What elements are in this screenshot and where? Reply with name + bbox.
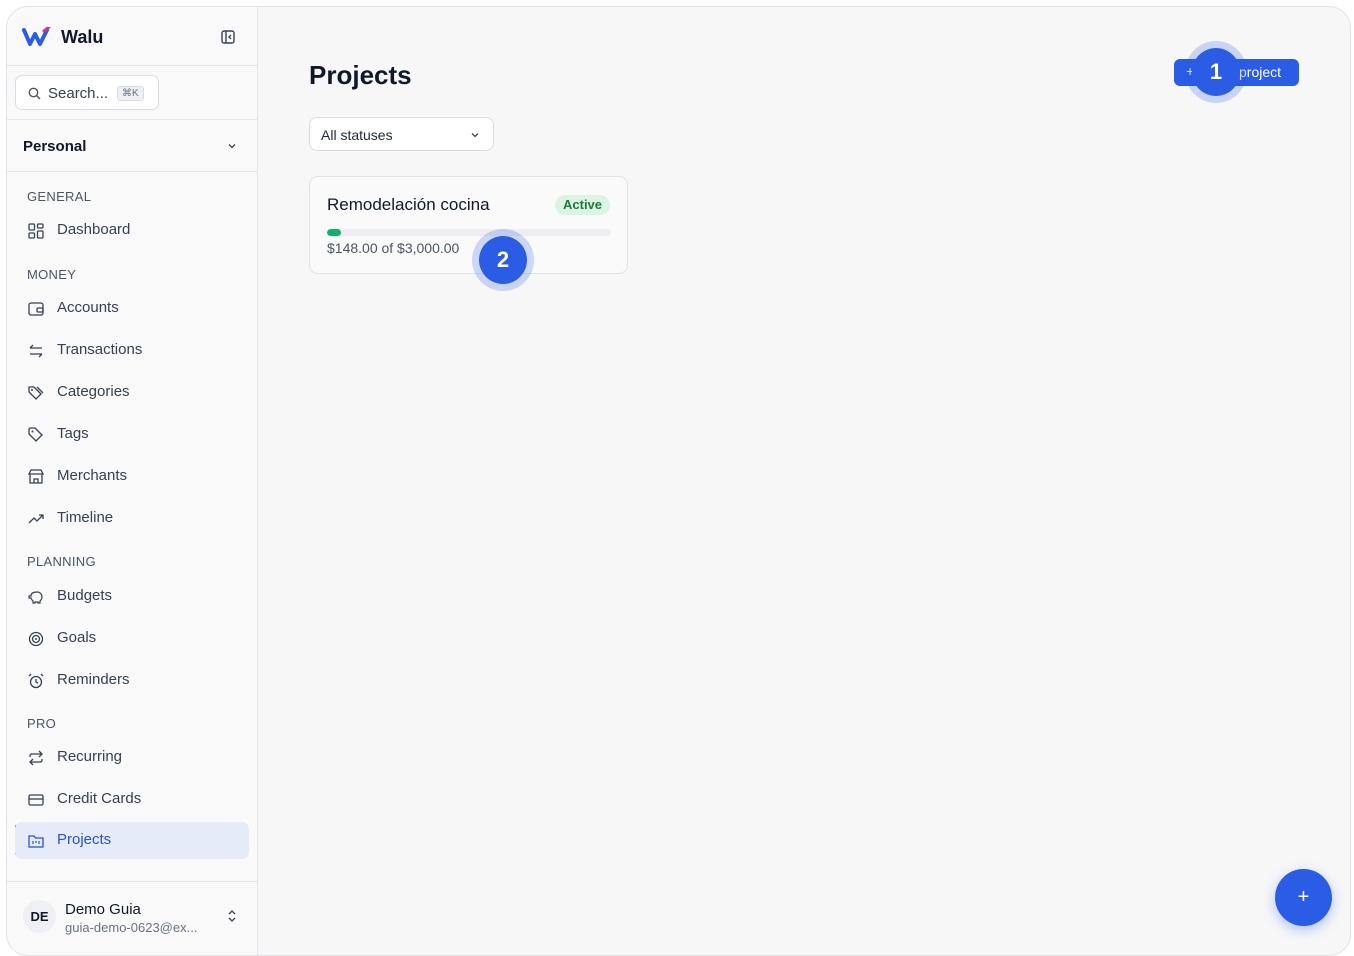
workspace-selector[interactable]: Personal [7,119,257,172]
target-icon [28,631,44,647]
sidebar-item-label: Projects [57,831,112,848]
project-name: Remodelación cocina [327,195,490,214]
search-placeholder: Search... [48,85,109,102]
sidebar-item-label: Accounts [57,299,119,316]
project-progress-bar [327,229,611,236]
repeat-icon [29,750,43,766]
section-planning: PLANNING [27,554,96,569]
add-fab-button[interactable]: + [1275,869,1332,926]
chevron-down-icon [471,133,479,138]
sidebar-item-tags[interactable]: Tags [15,416,249,453]
trending-up-icon [28,514,44,524]
project-amount: $148.00 of $3,000.00 [327,240,460,256]
sidebar-item-label: Timeline [57,509,114,526]
wallet-icon [28,302,44,316]
sidebar-item-budgets[interactable]: Budgets [15,578,249,615]
user-name: Demo Guia [65,901,141,918]
project-progress-fill [327,229,341,236]
piggy-bank-icon [28,591,43,604]
sidebar-item-credit-cards[interactable]: Credit Cards [15,781,249,818]
app-name: Walu [61,27,104,47]
step-marker-1: 1 [1192,48,1240,96]
sidebar-item-label: Dashboard [57,221,131,238]
sidebar-item-timeline[interactable]: Timeline [15,500,249,537]
user-email: guia-demo-0623@ex... [65,920,198,935]
sidebar-item-dashboard[interactable]: Dashboard [15,212,249,249]
sidebar-item-label: Goals [57,629,97,646]
sidebar-item-projects[interactable]: Projects [15,822,249,859]
section-pro: PRO [27,716,57,731]
chevron-down-icon [228,144,236,149]
store-icon [27,469,45,484]
folder-kanban-icon [28,835,44,848]
sidebar-item-categories[interactable]: Categories [15,374,249,411]
workspace-label: Personal [23,138,87,155]
sidebar-item-label: Merchants [57,467,128,484]
sidebar-item-label: Tags [57,425,89,442]
sidebar-item-label: Categories [57,383,130,400]
sidebar-item-label: Credit Cards [57,790,142,807]
sidebar: Walu Search... ⌘K Personal GENERAL Dashb… [7,7,258,955]
status-badge: Active [555,195,611,215]
section-general: GENERAL [27,189,92,204]
tags-icon [28,386,44,400]
avatar: DE [23,900,56,933]
sidebar-item-label: Recurring [57,748,123,765]
sidebar-item-goals[interactable]: Goals [15,620,249,657]
search-icon [28,87,41,100]
sidebar-item-accounts[interactable]: Accounts [15,290,249,327]
sidebar-item-label: Transactions [57,341,143,358]
tag-icon [28,427,43,442]
new-project-label: project [1239,64,1282,80]
app-window: Walu Search... ⌘K Personal GENERAL Dashb… [6,6,1351,956]
search-shortcut: ⌘K [117,86,144,101]
section-money: MONEY [27,267,77,282]
sidebar-item-merchants[interactable]: Merchants [15,458,249,495]
sidebar-item-label: Budgets [57,587,113,604]
sidebar-item-recurring[interactable]: Recurring [15,739,249,776]
step-marker-2: 2 [479,236,527,284]
user-menu[interactable]: DE Demo Guia guia-demo-0623@ex... [7,881,257,955]
chevrons-up-down-icon [228,910,236,922]
credit-card-icon [28,794,44,806]
search-input[interactable]: Search... ⌘K [15,75,159,110]
sidebar-item-transactions[interactable]: Transactions [15,332,249,369]
arrows-left-right-icon [29,344,43,358]
brand-header: Walu [7,7,257,66]
sidebar-item-label: Reminders [57,671,130,688]
walu-logo-icon [22,27,51,46]
dashboard-icon [28,223,44,239]
sidebar-item-reminders[interactable]: Reminders [15,662,249,699]
sidebar-collapse-icon[interactable] [220,29,236,45]
page-title: Projects [309,60,412,90]
alarm-clock-icon [28,673,44,689]
status-filter-select[interactable]: All statuses [309,117,494,151]
project-card[interactable]: Remodelación cocina Active $148.00 of $3… [309,176,628,274]
status-filter-value: All statuses [321,127,393,143]
